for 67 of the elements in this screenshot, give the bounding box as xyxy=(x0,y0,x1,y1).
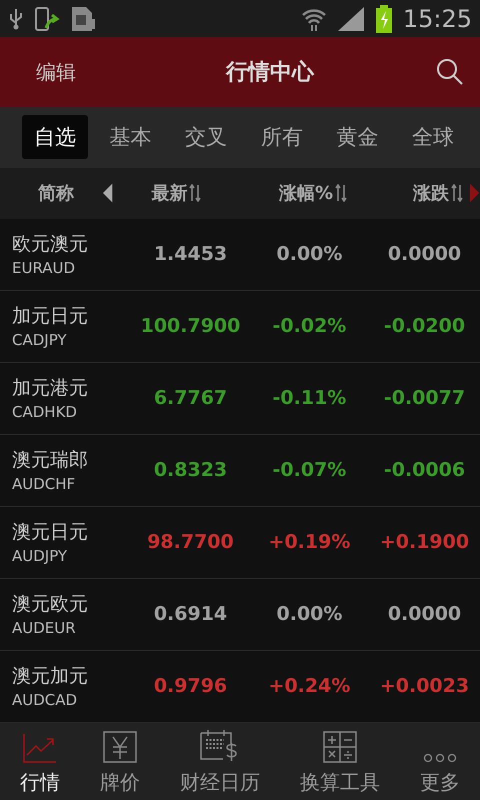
last-price: 100.7900 xyxy=(140,315,242,338)
sort-column-header[interactable]: 涨幅% xyxy=(254,181,372,206)
change-value: -0.0200 xyxy=(382,315,466,338)
page-title: 行情中心 xyxy=(226,58,314,87)
sort-column-header[interactable]: 涨跌 xyxy=(388,181,463,206)
change-value: 0.0000 xyxy=(386,243,462,266)
battery-charging-icon xyxy=(374,4,393,33)
pair-code: AUDCAD xyxy=(12,691,78,710)
pair-code: AUDCHF xyxy=(12,475,76,494)
change-value: -0.0006 xyxy=(382,459,466,482)
pair-name: 澳元加元 xyxy=(12,664,89,690)
change-percent: 0.00% xyxy=(276,603,344,626)
change-percent: -0.11% xyxy=(272,387,348,410)
scroll-left-icon[interactable] xyxy=(102,182,114,204)
pair-name: 欧元澳元 xyxy=(12,232,89,258)
change-value: -0.0077 xyxy=(382,387,466,410)
change-percent: +0.24% xyxy=(268,675,352,698)
nav-tab[interactable]: 换算工具 xyxy=(300,730,380,796)
pair-name: 加元港元 xyxy=(12,376,89,402)
sim-card-icon xyxy=(70,4,96,33)
change-percent: -0.07% xyxy=(272,459,348,482)
nav-tab[interactable]: 更多 xyxy=(420,752,460,796)
last-price: 6.7767 xyxy=(152,387,228,410)
change-value: +0.0023 xyxy=(378,675,470,698)
phone-upload-icon xyxy=(34,6,60,32)
usb-icon xyxy=(8,8,24,30)
pair-code: EURAUD xyxy=(12,259,76,278)
sort-icon xyxy=(189,184,202,202)
change-percent: 0.00% xyxy=(276,243,344,266)
pair-name: 加元日元 xyxy=(12,304,89,330)
nav-tab[interactable]: 牌价 xyxy=(100,730,140,796)
pair-code: AUDJPY xyxy=(12,547,68,566)
category-tab[interactable]: 自选 xyxy=(22,115,88,160)
pair-code: CADHKD xyxy=(12,403,78,422)
more-icon xyxy=(423,752,457,763)
change-value: 0.0000 xyxy=(386,603,462,626)
sort-icon xyxy=(450,184,463,202)
pair-code: CADJPY xyxy=(12,331,68,350)
category-tab[interactable]: 基本 xyxy=(98,115,164,160)
nav-tab[interactable]: 财经日历 xyxy=(180,728,260,796)
signal-icon xyxy=(336,6,365,32)
last-price: 1.4453 xyxy=(152,243,228,266)
category-tab[interactable]: 全球 xyxy=(400,115,466,160)
change-value: +0.1900 xyxy=(378,531,470,554)
category-tab[interactable]: 所有 xyxy=(248,115,315,160)
sort-column-header[interactable]: 最新 xyxy=(151,181,254,206)
nav-tab[interactable]: 行情 xyxy=(20,732,60,796)
clock-time: 15:25 xyxy=(402,4,472,33)
category-tab[interactable]: 黄金 xyxy=(324,115,390,160)
search-icon[interactable] xyxy=(436,58,464,86)
category-tab[interactable]: 交叉 xyxy=(173,115,240,160)
yen-icon xyxy=(103,730,137,763)
change-percent: +0.19% xyxy=(268,531,352,554)
change-percent: -0.02% xyxy=(272,315,348,338)
pair-name: 澳元日元 xyxy=(12,520,89,546)
last-price: 0.6914 xyxy=(152,603,228,626)
line-chart-icon xyxy=(22,732,58,763)
pair-code: AUDEUR xyxy=(12,619,77,638)
pair-name: 澳元欧元 xyxy=(12,592,89,618)
last-price: 0.8323 xyxy=(152,459,228,482)
calculator-icon xyxy=(323,730,357,763)
last-price: 0.9796 xyxy=(152,675,228,698)
column-header: 简称 xyxy=(37,182,75,206)
edit-button[interactable]: 编辑 xyxy=(28,54,84,90)
pair-name: 澳元瑞郎 xyxy=(12,448,89,474)
sort-icon xyxy=(335,184,348,202)
last-price: 98.7700 xyxy=(146,531,235,554)
